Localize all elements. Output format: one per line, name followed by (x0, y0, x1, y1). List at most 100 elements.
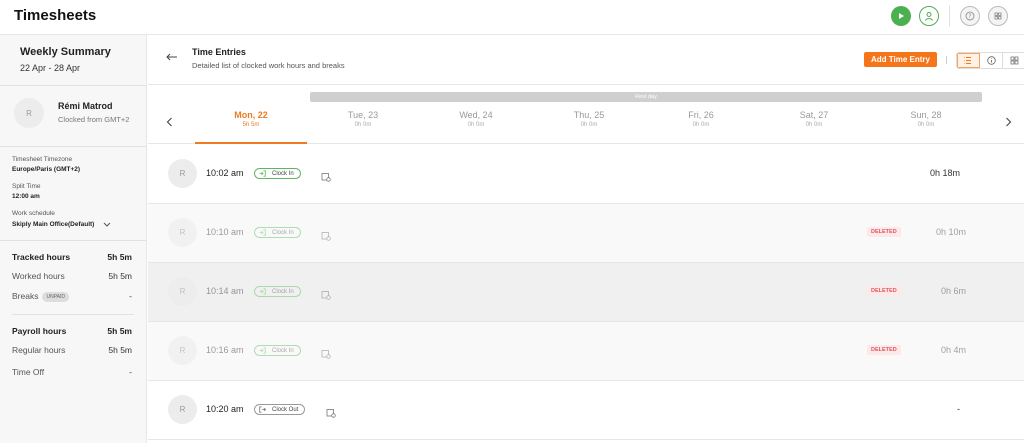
rest-day-bar: Rest day (310, 92, 982, 102)
help-icon[interactable]: ? (960, 6, 980, 26)
apps-icon[interactable] (988, 6, 1008, 26)
regular-hours-value: 5h 5m (108, 345, 132, 355)
day-tab-fri[interactable]: Fri, 26 0h 0m (645, 110, 757, 144)
app-title: Timesheets (14, 7, 97, 24)
entry-duration: 0h 6m (940, 286, 966, 296)
entry-type: Clock In (272, 229, 294, 236)
chevron-right-icon[interactable] (1005, 116, 1012, 130)
time-entry-row[interactable]: R 10:10 am Clock In DELETED 0h 10m (148, 204, 1024, 263)
entry-time: 10:20 am (206, 404, 244, 414)
top-bar: Timesheets ? (0, 0, 1024, 35)
entry-time: 10:14 am (206, 286, 244, 296)
clock-in-badge: Clock In (254, 286, 301, 297)
time-entry-row[interactable]: R 10:16 am Clock In DELETED 0h 4m (148, 322, 1024, 381)
note-icon[interactable] (321, 169, 331, 187)
user-clocked-from: Clocked from GMT+2 (58, 115, 130, 124)
day-name: Sat, 27 (799, 110, 829, 120)
page-subtitle: Detailed list of clocked work hours and … (192, 61, 345, 70)
page-title: Time Entries (192, 47, 246, 57)
day-tab-sat[interactable]: Sat, 27 0h 0m (758, 110, 870, 144)
user-check-icon[interactable] (919, 6, 939, 26)
day-name: Tue, 23 (347, 110, 379, 120)
day-hours: 5h 5m (242, 122, 260, 128)
work-schedule-select[interactable]: Skiply Main Office(Default) (12, 221, 94, 228)
entry-type: Clock In (272, 347, 294, 354)
entry-duration: 0h 4m (940, 345, 966, 355)
avatar: R (168, 218, 197, 247)
day-name: Wed, 24 (459, 110, 493, 120)
regular-hours-row: Regular hours 5h 5m (12, 345, 132, 355)
play-icon[interactable] (891, 6, 911, 26)
timezone-value: Europe/Paris (GMT+2) (12, 166, 81, 173)
day-name: Fri, 26 (688, 110, 714, 120)
clock-out-badge: Clock Out (254, 404, 306, 415)
clock-in-icon (259, 170, 266, 177)
time-off-value: - (129, 367, 132, 377)
add-time-entry-button[interactable]: Add Time Entry (864, 52, 937, 67)
day-hours: 0h 0m (467, 122, 485, 128)
worked-hours-label: Worked hours (12, 271, 65, 281)
date-range: 22 Apr - 28 Apr (20, 63, 81, 73)
day-hours: 0h 0m (580, 122, 598, 128)
day-name: Thu, 25 (573, 110, 605, 120)
tracked-hours-label: Tracked hours (12, 252, 71, 262)
entry-time: 10:02 am (206, 168, 244, 178)
regular-hours-label: Regular hours (12, 345, 66, 355)
payroll-hours-label: Payroll hours (12, 326, 67, 336)
breaks-label: Breaks (12, 291, 39, 301)
entry-type: Clock In (272, 170, 294, 177)
top-icons: ? (891, 5, 1008, 27)
breaks-value: - (129, 291, 132, 301)
grid-view-icon[interactable] (1003, 53, 1024, 68)
divider (949, 5, 950, 27)
day-tab-sun[interactable]: Sun, 28 0h 0m (870, 110, 982, 144)
day-tab-mon[interactable]: Mon, 22 5h 5m (195, 110, 307, 144)
worked-hours-row: Worked hours 5h 5m (12, 271, 132, 281)
svg-text:?: ? (968, 13, 971, 20)
note-icon[interactable] (321, 228, 331, 246)
note-icon[interactable] (326, 405, 336, 423)
avatar: R (14, 98, 44, 128)
tracked-hours-value: 5h 5m (107, 252, 132, 262)
breaks-row: Breaks UNPAID - (12, 291, 132, 302)
user-name: Rémi Matrod (58, 101, 113, 111)
avatar: R (168, 277, 197, 306)
list-view-icon[interactable] (957, 53, 980, 68)
day-hours: 0h 0m (354, 122, 372, 128)
entry-time: 10:16 am (206, 345, 244, 355)
avatar: R (168, 336, 197, 365)
time-entry-row[interactable]: R 10:20 am Clock Out - (148, 381, 1024, 440)
unpaid-badge: UNPAID (42, 292, 69, 302)
note-icon[interactable] (321, 287, 331, 305)
info-view-icon[interactable] (980, 53, 1003, 68)
payroll-hours-row: Payroll hours 5h 5m (12, 326, 132, 336)
clock-out-icon (259, 406, 266, 413)
entry-duration: 0h 10m (935, 227, 966, 237)
note-icon[interactable] (321, 346, 331, 364)
avatar: R (168, 395, 197, 424)
entry-duration: 0h 18m (929, 168, 960, 178)
time-entries-header: Time Entries Detailed list of clocked wo… (148, 35, 1024, 85)
time-entry-row[interactable]: R 10:14 am Clock In DELETED 0h 6m (148, 263, 1024, 322)
clock-in-icon (259, 347, 266, 354)
chevron-left-icon[interactable] (166, 116, 173, 130)
day-hours: 0h 0m (805, 122, 823, 128)
day-tab-tue[interactable]: Tue, 23 0h 0m (307, 110, 419, 144)
day-tab-thu[interactable]: Thu, 25 0h 0m (533, 110, 645, 144)
time-entry-row[interactable]: R 10:02 am Clock In 0h 18m (148, 145, 1024, 204)
weekly-summary-title: Weekly Summary (20, 46, 111, 58)
worked-hours-value: 5h 5m (108, 271, 132, 281)
entry-time: 10:10 am (206, 227, 244, 237)
week-day-selector: Rest day Mon, 22 5h 5m Tue, 23 0h 0m Wed… (148, 86, 1024, 144)
split-time-value: 12:00 am (12, 193, 40, 200)
entry-duration: - (957, 404, 960, 414)
divider (0, 240, 147, 241)
divider (0, 146, 147, 147)
sidebar: Weekly Summary 22 Apr - 28 Apr R Rémi Ma… (0, 35, 147, 443)
day-tab-wed[interactable]: Wed, 24 0h 0m (420, 110, 532, 144)
view-toggle-group (956, 52, 1024, 69)
chevron-down-icon[interactable] (103, 221, 111, 230)
back-arrow-icon[interactable] (166, 50, 178, 64)
deleted-badge: DELETED (867, 345, 901, 355)
split-time-label: Split Time (12, 183, 41, 190)
